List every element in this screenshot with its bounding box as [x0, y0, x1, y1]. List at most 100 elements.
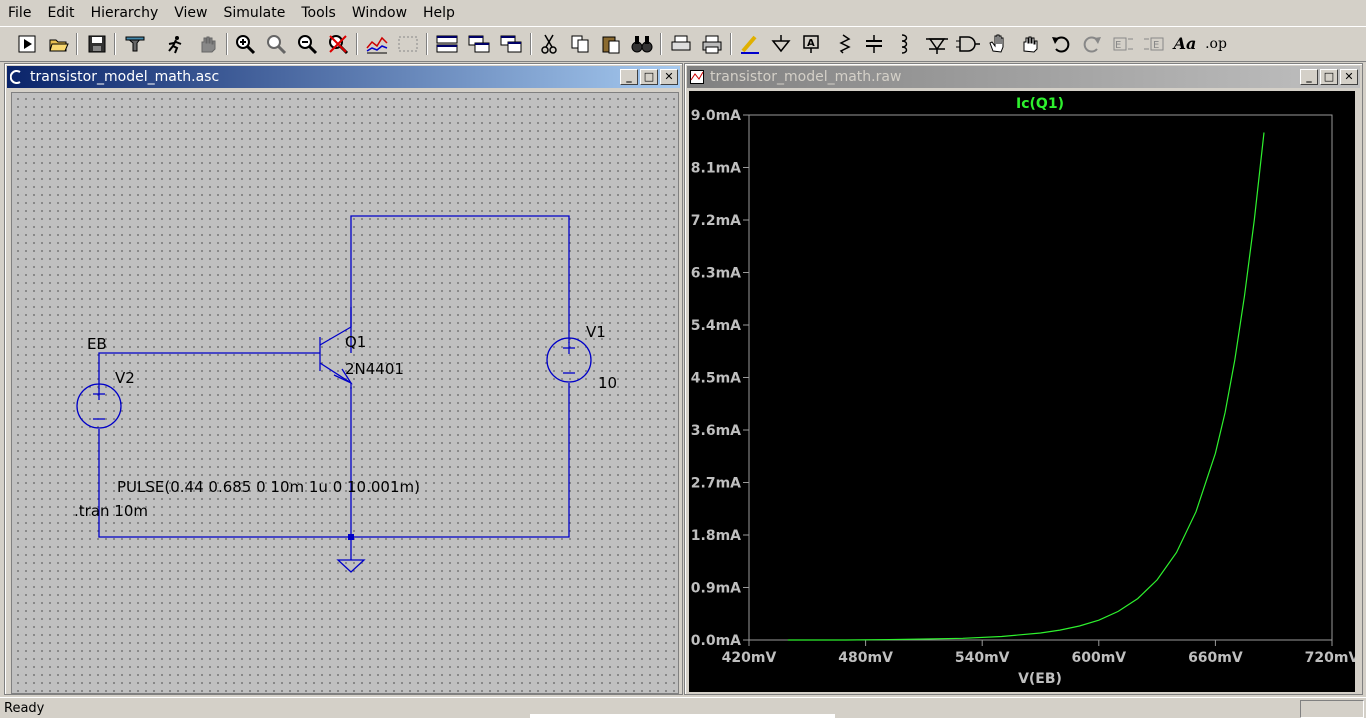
- v1-name-label: V1: [586, 323, 606, 341]
- menu-hierarchy[interactable]: Hierarchy: [83, 0, 167, 24]
- status-bar: Ready: [0, 697, 1366, 718]
- tran-directive: .tran 10m: [74, 502, 148, 520]
- schematic-icon: [10, 70, 21, 84]
- x-tick-label: 600mV: [1071, 650, 1126, 666]
- y-tick-label: 9.0mA: [691, 108, 741, 124]
- waveform-title: transistor_model_math.raw: [710, 69, 902, 85]
- y-tick-label: 0.9mA: [691, 581, 741, 597]
- tile-vertical-icon[interactable]: [498, 31, 524, 57]
- svg-text:E: E: [1153, 40, 1159, 51]
- label-net-icon[interactable]: A: [799, 31, 825, 57]
- waveform-plot[interactable]: 0.0mA 0.9mA 1.8mA 2.7mA 3.6mA 4.5mA 5.4mA 6.3mA…: [689, 91, 1355, 692]
- chart-title: Ic(Q1): [1016, 96, 1064, 112]
- print-icon[interactable]: [699, 31, 725, 57]
- open-icon[interactable]: [46, 31, 72, 57]
- menu-help[interactable]: Help: [415, 0, 463, 24]
- plot-frame: [748, 114, 1333, 641]
- menu-file[interactable]: File: [0, 0, 39, 24]
- y-tick-label: 0.0mA: [691, 633, 741, 649]
- x-tick-label: 480mV: [838, 650, 893, 666]
- cascade-icon[interactable]: [466, 31, 492, 57]
- x-axis: 420mV 480mV 540mV 600mV 660mV 720mV: [722, 640, 1355, 666]
- y-axis: 0.0mA 0.9mA 1.8mA 2.7mA 3.6mA 4.5mA 5.4mA 6.3mA…: [691, 108, 749, 649]
- wire-collector: [350, 215, 570, 353]
- status-indicator: [530, 714, 835, 718]
- maximize-button[interactable]: □: [640, 69, 658, 85]
- run-icon[interactable]: [14, 31, 40, 57]
- junction-dot: [348, 534, 354, 540]
- y-tick-label: 7.2mA: [691, 213, 741, 229]
- menu-simulate[interactable]: Simulate: [215, 0, 293, 24]
- diode-icon[interactable]: [924, 31, 950, 57]
- q1-model-label: 2N4401: [345, 360, 404, 378]
- ground-icon[interactable]: [768, 31, 794, 57]
- run-netlist-icon[interactable]: [162, 31, 188, 57]
- rotate-icon[interactable]: E: [1110, 31, 1136, 57]
- halt-icon[interactable]: [194, 31, 220, 57]
- autorange-icon[interactable]: [364, 31, 390, 57]
- y-tick-label: 4.5mA: [691, 371, 741, 387]
- v1-value-label: 10: [598, 374, 617, 392]
- waveform-window: transistor_model_math.raw _ □ ✕ 0.0mA 0.9…: [684, 63, 1363, 695]
- y-tick-label: 6.3mA: [691, 266, 741, 282]
- print-setup-icon[interactable]: [668, 31, 694, 57]
- y-tick-label: 3.6mA: [691, 423, 741, 439]
- maximize-button[interactable]: □: [1320, 69, 1338, 85]
- find-icon[interactable]: [629, 31, 655, 57]
- v2-pulse-label: PULSE(0.44 0.685 0 10m 1u 0 10.001m): [117, 478, 420, 496]
- drag-icon[interactable]: [1017, 31, 1043, 57]
- menu-bar: File Edit Hierarchy View Simulate Tools …: [0, 0, 1366, 24]
- ic-q1-trace: [787, 132, 1265, 641]
- schematic-window: transistor_model_math.asc _ □ ✕ EB V2 Q1…: [4, 63, 683, 695]
- menu-edit[interactable]: Edit: [39, 0, 82, 24]
- net-label-eb: EB: [87, 335, 107, 353]
- v2-name-label: V2: [115, 369, 135, 387]
- y-tick-label: 8.1mA: [691, 161, 741, 177]
- move-icon[interactable]: [986, 31, 1012, 57]
- x-tick-label: 660mV: [1188, 650, 1243, 666]
- zoom-out-icon[interactable]: [294, 31, 320, 57]
- grid-icon[interactable]: [395, 31, 421, 57]
- svg-text:E: E: [1115, 40, 1121, 51]
- control-panel-icon[interactable]: [122, 31, 148, 57]
- cut-icon[interactable]: [536, 31, 562, 57]
- menu-window[interactable]: Window: [344, 0, 415, 24]
- close-button[interactable]: ✕: [1340, 69, 1358, 85]
- resistor-icon[interactable]: [830, 31, 856, 57]
- y-tick-label: 2.7mA: [691, 476, 741, 492]
- tile-horizontal-icon[interactable]: [434, 31, 460, 57]
- minimize-button[interactable]: _: [1300, 69, 1318, 85]
- zoom-pan-icon[interactable]: [263, 31, 289, 57]
- paste-icon[interactable]: [598, 31, 624, 57]
- redo-icon[interactable]: [1079, 31, 1105, 57]
- svg-text:A: A: [807, 38, 815, 49]
- draw-wire-icon[interactable]: [737, 31, 763, 57]
- wire-ground-rail: [98, 383, 570, 538]
- close-button[interactable]: ✕: [660, 69, 678, 85]
- zoom-in-icon[interactable]: [232, 31, 258, 57]
- x-axis-label: V(EB): [1018, 671, 1062, 687]
- x-tick-label: 420mV: [722, 650, 777, 666]
- spice-directive-icon[interactable]: .op: [1203, 31, 1229, 57]
- component-icon[interactable]: [955, 31, 981, 57]
- q1-name-label: Q1: [345, 333, 366, 351]
- status-panel: [1300, 700, 1364, 718]
- toolbar: A E E Aa .op: [0, 26, 1366, 62]
- zoom-cancel-icon[interactable]: [325, 31, 351, 57]
- minimize-button[interactable]: _: [620, 69, 638, 85]
- schematic-titlebar[interactable]: transistor_model_math.asc _ □ ✕: [7, 66, 680, 88]
- menu-tools[interactable]: Tools: [293, 0, 344, 24]
- capacitor-icon[interactable]: [861, 31, 887, 57]
- text-icon[interactable]: Aa: [1172, 31, 1198, 57]
- schematic-canvas[interactable]: EB V2 Q1 2N4401 V1 10 PULSE(0.44 0.685 0…: [11, 92, 679, 694]
- mirror-icon[interactable]: E: [1141, 31, 1167, 57]
- status-text: Ready: [4, 701, 45, 716]
- menu-view[interactable]: View: [166, 0, 215, 24]
- waveform-icon: [690, 70, 704, 84]
- inductor-icon[interactable]: [892, 31, 918, 57]
- save-icon[interactable]: [84, 31, 110, 57]
- undo-icon[interactable]: [1048, 31, 1074, 57]
- waveform-titlebar[interactable]: transistor_model_math.raw _ □ ✕: [687, 66, 1360, 88]
- copy-icon[interactable]: [567, 31, 593, 57]
- x-tick-label: 540mV: [955, 650, 1010, 666]
